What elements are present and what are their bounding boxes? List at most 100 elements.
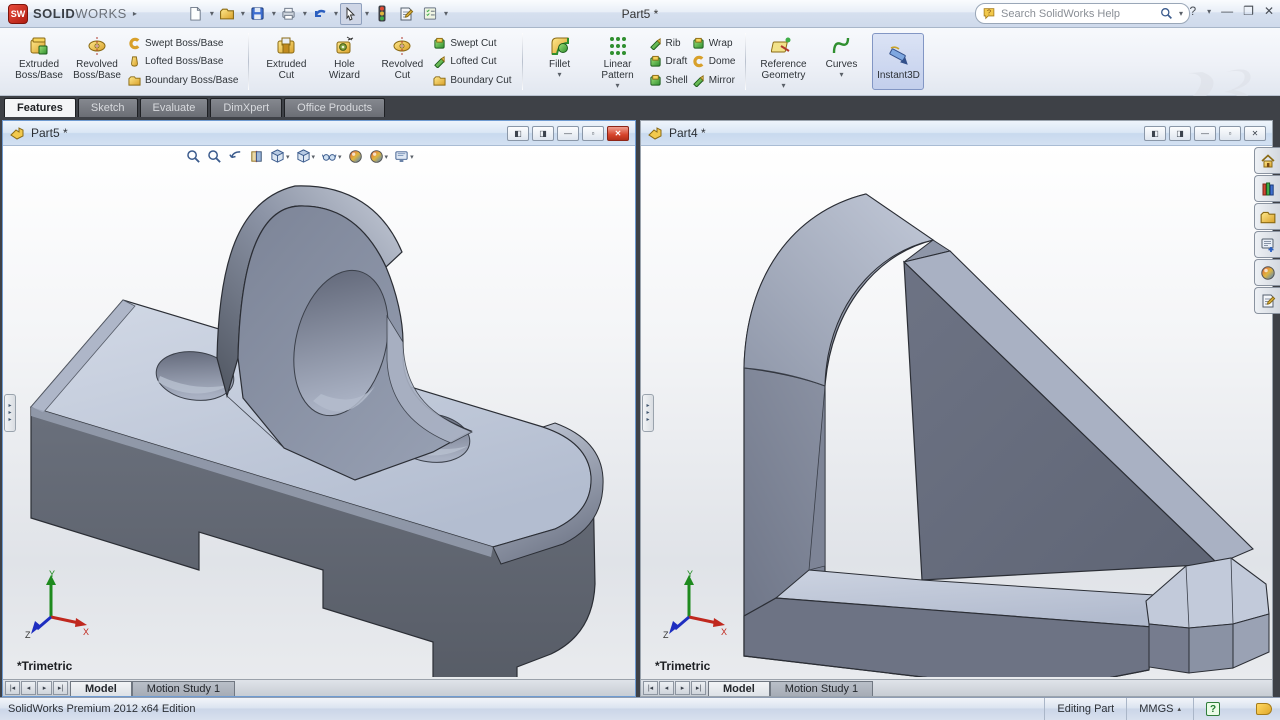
select-dropdown-icon[interactable]: ▾ (365, 9, 369, 18)
app-minimize-icon[interactable]: — (1221, 4, 1233, 18)
tab-scroll-last-icon[interactable]: ▸| (691, 681, 706, 695)
motion-study-tab[interactable]: Motion Study 1 (769, 681, 874, 696)
file-explorer-icon[interactable] (1254, 203, 1280, 230)
select-cursor-icon[interactable] (339, 2, 362, 25)
revolved-boss-button[interactable]: Revolved Boss/Base (68, 31, 126, 92)
task-list-icon[interactable] (419, 3, 441, 25)
save-dropdown-icon[interactable]: ▾ (272, 9, 276, 18)
tab-scroll-last-icon[interactable]: ▸| (53, 681, 68, 695)
print-dropdown-icon[interactable]: ▾ (303, 9, 307, 18)
part4-close-icon[interactable]: ✕ (1244, 125, 1266, 141)
revolved-cut-icon (390, 34, 414, 58)
rebuild-trafficlight-icon[interactable] (371, 3, 393, 25)
part5-3d-model[interactable] (3, 146, 630, 677)
fillet-button[interactable]: Fillet ▾ (531, 31, 589, 92)
part5-pane-right-icon[interactable]: ◨ (532, 125, 554, 141)
help-icon[interactable]: ? (1189, 4, 1196, 18)
hole-wizard-button[interactable]: Hole Wizard (315, 31, 373, 92)
part5-minimize-icon[interactable]: — (557, 125, 579, 141)
tags-icon[interactable] (1256, 703, 1272, 715)
tab-evaluate[interactable]: Evaluate (139, 98, 209, 117)
refgeo-dropdown-icon[interactable]: ▾ (781, 82, 785, 92)
part4-minimize-icon[interactable]: — (1194, 125, 1216, 141)
help-search-box[interactable]: ? Search SolidWorks Help ▾ (975, 3, 1190, 24)
rib-button[interactable]: Rib (649, 34, 688, 52)
tab-features[interactable]: Features (4, 98, 76, 117)
tab-dimxpert[interactable]: DimXpert (210, 98, 283, 117)
extruded-boss-button[interactable]: Extruded Boss/Base (10, 31, 68, 92)
new-document-icon[interactable] (185, 3, 207, 25)
part5-titlebar[interactable]: Part5 * ◧ ◨ — ▫ ✕ (3, 121, 635, 146)
quick-tips-toggle[interactable]: ? (1193, 698, 1232, 720)
draft-button[interactable]: Draft (649, 53, 688, 71)
boundary-boss-icon (128, 74, 141, 87)
view-palette-icon[interactable] (1254, 231, 1280, 258)
boundary-cut-button[interactable]: Boundary Cut (433, 71, 512, 89)
fillet-dropdown-icon[interactable]: ▾ (558, 71, 562, 81)
boundary-boss-button[interactable]: Boundary Boss/Base (128, 71, 238, 89)
extruded-cut-button[interactable]: Extruded Cut (257, 31, 315, 92)
app-close-icon[interactable]: ✕ (1264, 4, 1274, 18)
linear-pattern-button[interactable]: Linear Pattern ▾ (589, 31, 647, 92)
swept-boss-button[interactable]: Swept Boss/Base (128, 34, 238, 52)
model-tab[interactable]: Model (70, 681, 132, 696)
revolved-cut-button[interactable]: Revolved Cut (373, 31, 431, 92)
lofted-boss-button[interactable]: Lofted Boss/Base (128, 53, 238, 71)
task-pane-tab-strip (1254, 147, 1280, 315)
appearances-scenes-icon[interactable] (1254, 259, 1280, 286)
new-dropdown-icon[interactable]: ▾ (210, 9, 214, 18)
undo-icon[interactable] (309, 3, 331, 25)
solidworks-resources-home-icon[interactable] (1254, 147, 1280, 174)
lofted-cut-button[interactable]: Lofted Cut (433, 53, 511, 71)
brand-expand-arrow-icon[interactable]: ▸ (133, 9, 137, 18)
search-icon[interactable] (1160, 7, 1173, 20)
part4-titlebar[interactable]: Part4 * ◧ ◨ — ▫ ✕ (641, 121, 1272, 146)
shell-button[interactable]: Shell (649, 71, 688, 89)
instant3d-toggle-button[interactable]: Instant3D (872, 33, 925, 90)
tab-scroll-next-icon[interactable]: ▸ (37, 681, 52, 695)
wrap-button[interactable]: Wrap (692, 34, 736, 52)
curves-button[interactable]: Curves ▾ (812, 31, 870, 92)
tab-scroll-first-icon[interactable]: |◂ (643, 681, 658, 695)
swept-cut-button[interactable]: Swept Cut (433, 34, 511, 52)
dome-button[interactable]: Dome (692, 53, 735, 71)
model-tab[interactable]: Model (708, 681, 770, 696)
foot-block (1145, 557, 1270, 674)
units-selector[interactable]: MMGS ▴ (1126, 698, 1193, 720)
tab-scroll-prev-icon[interactable]: ◂ (659, 681, 674, 695)
tab-office-products[interactable]: Office Products (284, 98, 386, 117)
options-sheet-icon[interactable] (395, 3, 417, 25)
part5-close-icon[interactable]: ✕ (607, 125, 629, 141)
print-icon[interactable] (278, 3, 300, 25)
tab-scroll-next-icon[interactable]: ▸ (675, 681, 690, 695)
part4-3d-model[interactable] (641, 146, 1272, 677)
part5-pane-left-icon[interactable]: ◧ (507, 125, 529, 141)
custom-properties-icon[interactable] (1254, 287, 1280, 314)
part4-bottom-tabs: |◂ ◂ ▸ ▸| Model Motion Study 1 (641, 679, 1272, 696)
tab-scroll-prev-icon[interactable]: ◂ (21, 681, 36, 695)
motion-study-tab[interactable]: Motion Study 1 (131, 681, 236, 696)
tab-sketch[interactable]: Sketch (77, 98, 138, 117)
curves-dropdown-icon[interactable]: ▾ (839, 71, 843, 81)
part4-restore-icon[interactable]: ▫ (1219, 125, 1241, 141)
part4-pane-left-icon[interactable]: ◧ (1144, 125, 1166, 141)
part4-viewport[interactable]: ▸ ▸ ▸ Y X Z *Trimetric (641, 146, 1272, 679)
open-dropdown-icon[interactable]: ▾ (241, 9, 245, 18)
help-dropdown-icon[interactable]: ▾ (1207, 7, 1211, 16)
save-icon[interactable] (247, 3, 269, 25)
search-scope-dropdown-icon[interactable]: ▾ (1179, 9, 1183, 18)
part5-viewport[interactable]: ▾ ▾ ▾ ▾ ▾ ▸ ▸ ▸ Y X Z *Trimetric (3, 146, 635, 679)
open-icon[interactable] (216, 3, 238, 25)
part4-pane-right-icon[interactable]: ◨ (1169, 125, 1191, 141)
part5-restore-icon[interactable]: ▫ (582, 125, 604, 141)
tasks-dropdown-icon[interactable]: ▾ (444, 9, 448, 18)
cut-group: Extruded Cut Hole Wizard Revolved Cut Sw… (251, 30, 519, 93)
design-library-icon[interactable] (1254, 175, 1280, 202)
reference-geometry-button[interactable]: Reference Geometry ▾ (754, 31, 812, 92)
mirror-button[interactable]: Mirror (692, 71, 736, 89)
tab-scroll-first-icon[interactable]: |◂ (5, 681, 20, 695)
part-document-icon (648, 127, 662, 140)
undo-dropdown-icon[interactable]: ▾ (334, 9, 338, 18)
app-restore-icon[interactable]: ❐ (1243, 4, 1254, 18)
pattern-dropdown-icon[interactable]: ▾ (616, 82, 620, 92)
